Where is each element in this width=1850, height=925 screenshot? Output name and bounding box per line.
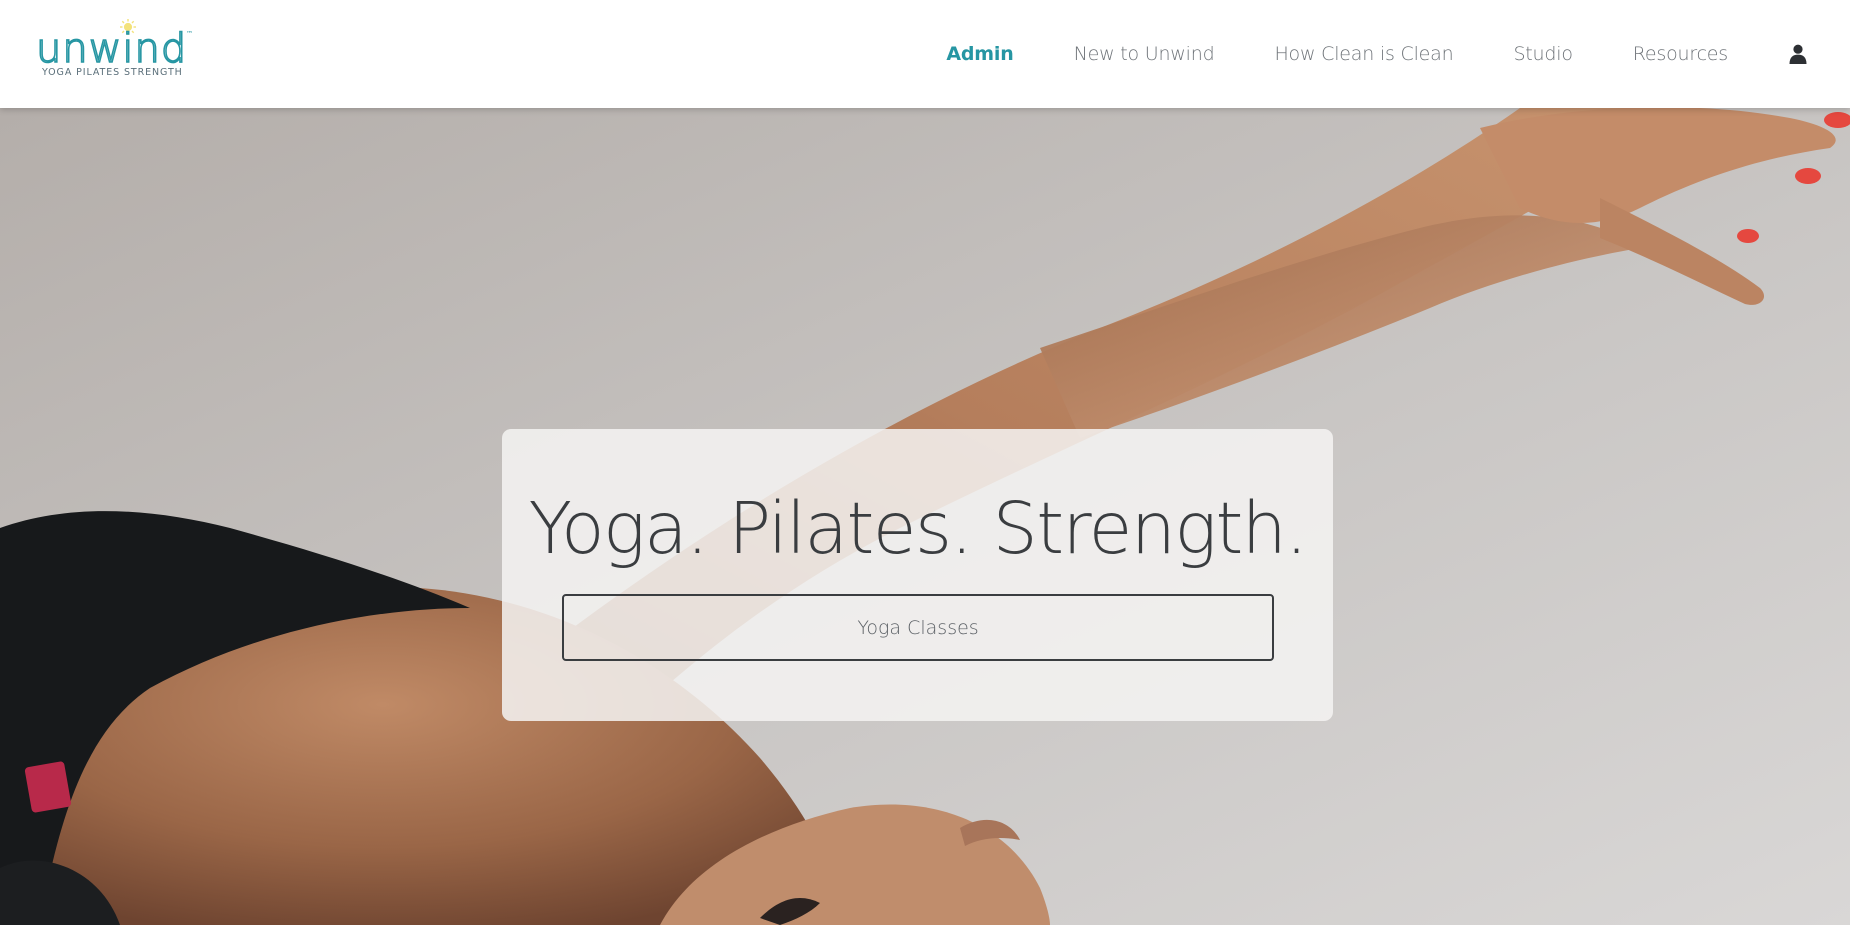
logo-trademark: ™	[186, 30, 193, 38]
logo-wordmark: unwind	[36, 26, 187, 70]
page: unwind ™ YOGA PILATES STRENGTH Admin New…	[0, 0, 1850, 925]
nav-item-studio[interactable]: Studio	[1513, 43, 1573, 65]
hero-title: Yoga. Pilates. Strength.	[528, 487, 1308, 570]
site-header: unwind ™ YOGA PILATES STRENGTH Admin New…	[0, 0, 1850, 108]
shirt-patch-shape	[24, 761, 72, 813]
hero-card: Yoga. Pilates. Strength. Yoga Classes	[502, 429, 1333, 721]
main-nav: Admin New to Unwind How Clean is Clean S…	[946, 0, 1850, 108]
logo-tagline: YOGA PILATES STRENGTH	[42, 67, 183, 78]
hero-section: Yoga. Pilates. Strength. Yoga Classes	[0, 108, 1850, 925]
account-button[interactable]	[1786, 42, 1810, 66]
unwind-logo[interactable]: unwind ™ YOGA PILATES STRENGTH	[36, 18, 196, 88]
nav-item-new-to-unwind[interactable]: New to Unwind	[1074, 43, 1215, 65]
yoga-classes-button[interactable]: Yoga Classes	[562, 594, 1274, 661]
nav-item-admin[interactable]: Admin	[946, 43, 1013, 65]
nav-item-resources[interactable]: Resources	[1633, 43, 1728, 65]
user-icon	[1789, 44, 1807, 64]
nav-item-how-clean-is-clean[interactable]: How Clean is Clean	[1274, 43, 1453, 65]
logo-mark: unwind ™	[36, 19, 193, 70]
